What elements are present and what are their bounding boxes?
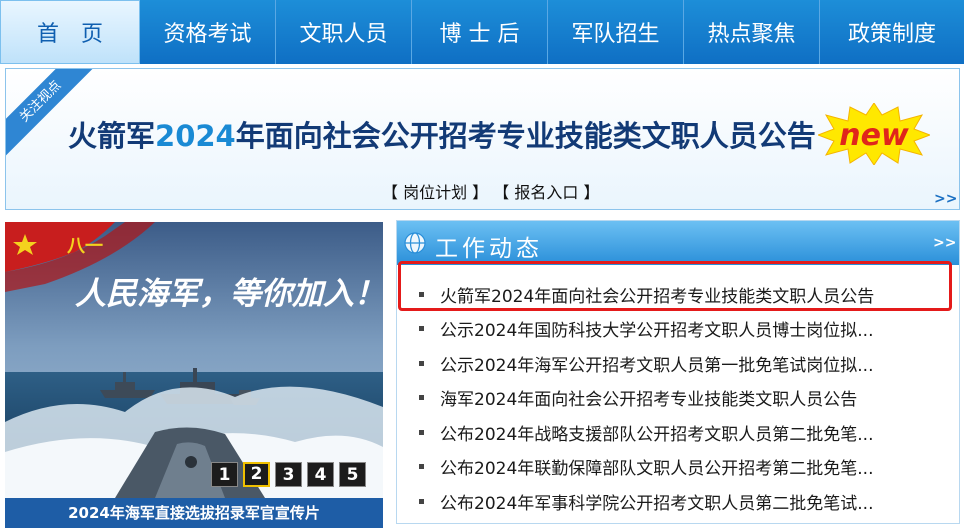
slide-button-1[interactable]: 1: [211, 462, 238, 487]
slide-button-3[interactable]: 3: [275, 462, 302, 487]
headline-year: 2024: [155, 119, 236, 153]
headline-prefix: 火箭军: [68, 119, 156, 153]
news-header: 工作动态 >>: [397, 221, 959, 265]
new-badge-icon: new: [818, 103, 930, 165]
promo-slogan: 人民海军，等你加入！: [75, 276, 383, 312]
news-item[interactable]: 公布2024年联勤保障部队文职人员公开招考第二批免笔...: [397, 450, 959, 485]
focus-links: 【 岗位计划 】 【 报名入口 】: [382, 179, 599, 203]
news-title: 工作动态: [435, 236, 543, 262]
new-badge-text: new: [839, 118, 909, 153]
news-item-title: 公布2024年战略支援部队公开招考文职人员第二批免笔...: [440, 424, 874, 445]
focus-headline[interactable]: 火箭军2024年面向社会公开招考专业技能类文职人员公告: [68, 113, 816, 155]
bullet-icon: [419, 429, 424, 435]
news-item-title: 公布2024年军事科学院公开招考文职人员第二批免笔试...: [440, 493, 874, 514]
link-position-plan[interactable]: 【 岗位计划 】: [382, 183, 488, 202]
bullet-icon: [419, 291, 424, 297]
news-item-title: 公布2024年联勤保障部队文职人员公开招考第二批免笔...: [440, 459, 874, 480]
news-item[interactable]: 火箭军2024年面向社会公开招考专业技能类文职人员公告: [397, 277, 959, 312]
news-item[interactable]: 公布2024年战略支援部队公开招考文职人员第二批免笔...: [397, 415, 959, 450]
promo-caption-link[interactable]: 2024年海军直接选拔招录军官宣传片: [5, 498, 383, 528]
news-item[interactable]: 公布2024年军事科学院公开招考文职人员第二批免笔试...: [397, 484, 959, 519]
navy-promo-image[interactable]: 八一 人民海军，等你加入！: [5, 222, 383, 498]
focus-banner: 关注视点 火箭军2024年面向社会公开招考专业技能类文职人员公告 new 【 岗…: [5, 68, 960, 210]
nav-item-military-enrollment[interactable]: 军队招生: [548, 0, 684, 64]
promo-carousel: 八一 人民海军，等你加入！ 1 2 3 4 5 2024年海军直接选拔招录军官宣…: [5, 222, 383, 528]
news-item-title: 海军2024年面向社会公开招考专业技能类文职人员公告: [440, 390, 858, 411]
nav-item-hot-topics[interactable]: 热点聚焦: [684, 0, 820, 64]
link-signup-entry[interactable]: 【 报名入口 】: [493, 183, 599, 202]
slide-button-2[interactable]: 2: [243, 462, 270, 487]
bullet-icon: [419, 464, 424, 470]
nav-item-qualification-exam[interactable]: 资格考试: [140, 0, 276, 64]
news-list: 火箭军2024年面向社会公开招考专业技能类文职人员公告 公示2024年国防科技大…: [397, 277, 959, 519]
news-more-link[interactable]: >>: [933, 235, 956, 251]
slide-button-4[interactable]: 4: [307, 462, 334, 487]
nav-item-postdoc[interactable]: 博 士 后: [412, 0, 548, 64]
bullet-icon: [419, 395, 424, 401]
slide-button-5[interactable]: 5: [339, 462, 366, 487]
banner-more-link[interactable]: >>: [934, 191, 957, 207]
news-item[interactable]: 公示2024年海军公开招考文职人员第一批免笔试岗位拟...: [397, 346, 959, 381]
flag-text: 八一: [67, 236, 103, 257]
news-item-title: 公示2024年海军公开招考文职人员第一批免笔试岗位拟...: [440, 355, 874, 376]
news-item-title: 公示2024年国防科技大学公开招考文职人员博士岗位拟...: [440, 321, 874, 342]
headline-suffix: 年面向社会公开招考专业技能类文职人员公告: [235, 119, 816, 153]
main-nav: 首 页 资格考试 文职人员 博 士 后 军队招生 热点聚焦 政策制度: [0, 0, 964, 64]
news-item-title: 火箭军2024年面向社会公开招考专业技能类文职人员公告: [440, 286, 875, 307]
bullet-icon: [419, 326, 424, 332]
news-item[interactable]: 公示2024年国防科技大学公开招考文职人员博士岗位拟...: [397, 312, 959, 347]
nav-item-home[interactable]: 首 页: [0, 0, 140, 64]
bullet-icon: [419, 498, 424, 504]
nav-item-policy[interactable]: 政策制度: [820, 0, 964, 64]
news-item[interactable]: 海军2024年面向社会公开招考专业技能类文职人员公告: [397, 381, 959, 416]
globe-icon: [404, 232, 426, 254]
slide-pager: 1 2 3 4 5: [211, 462, 366, 487]
nav-item-civilian-staff[interactable]: 文职人员: [276, 0, 412, 64]
bullet-icon: [419, 360, 424, 366]
work-news-panel: 工作动态 >> 火箭军2024年面向社会公开招考专业技能类文职人员公告 公示20…: [396, 220, 960, 524]
